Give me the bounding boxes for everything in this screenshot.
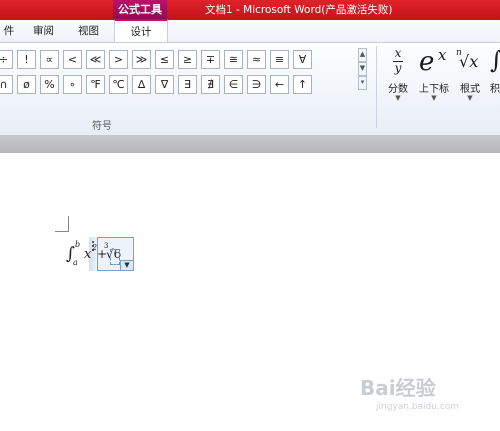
symbol-button[interactable]: ≥ (178, 50, 197, 69)
symbol-button[interactable]: ≈ (247, 50, 266, 69)
symbol-button[interactable]: ∀ (293, 50, 312, 69)
symbol-button[interactable]: ≫ (132, 50, 151, 69)
gallery-expand-button[interactable]: ▾ (358, 76, 367, 90)
integral-icon: ∫ (490, 46, 500, 74)
symbol-button[interactable]: ∝ (40, 50, 59, 69)
symbol-button[interactable]: ! (17, 50, 36, 69)
script-sup-glyph: x (438, 46, 447, 64)
chevron-down-icon: ▼ (431, 94, 437, 102)
symbol-button[interactable]: ∩ (0, 75, 13, 94)
tab-design[interactable]: 设计 (114, 19, 168, 43)
symbol-button[interactable]: < (63, 50, 82, 69)
ruler-band (0, 135, 500, 153)
symbol-button[interactable]: ↑ (293, 75, 312, 94)
integral-lower-limit: a (73, 258, 78, 267)
watermark-url: jingyan.baidu.com (376, 402, 460, 412)
radical-button[interactable]: n √x 根式 ▼ (455, 46, 485, 106)
symbol-button[interactable]: ∘ (63, 75, 82, 94)
symbol-button[interactable]: ∋ (247, 75, 266, 94)
chevron-down-icon: ▼ (395, 94, 401, 102)
gallery-scroll-up-button[interactable]: ▲ (358, 48, 367, 62)
chevron-down-icon: ▼ (467, 94, 473, 102)
fraction-denominator: y (394, 61, 402, 75)
symbol-button[interactable]: ≪ (86, 50, 105, 69)
watermark-logo: Bai经验 (360, 376, 436, 400)
margin-corner-mark (55, 216, 69, 232)
fraction-numerator: x (394, 46, 402, 60)
symbol-button[interactable]: ∆ (132, 75, 151, 94)
symbol-button[interactable]: ø (17, 75, 36, 94)
fraction-label: 分数 (388, 84, 408, 95)
symbol-button[interactable]: % (40, 75, 59, 94)
window-title: 文档1 - Microsoft Word(产品激活失败) (205, 4, 393, 16)
symbol-button[interactable]: ÷ (0, 50, 13, 69)
integral-button[interactable]: ∫ 积 (489, 46, 500, 106)
symbol-button[interactable]: ∇ (155, 75, 174, 94)
equation-options-button[interactable]: ▼ (120, 260, 134, 271)
symbol-button[interactable]: ∈ (224, 75, 243, 94)
equation-term: x (84, 247, 92, 262)
symbol-button[interactable]: ≡ (270, 50, 289, 69)
symbol-button[interactable]: ℉ (86, 75, 105, 94)
equation-placeholder[interactable] (110, 249, 120, 265)
gallery-scroll-down-button[interactable]: ▼ (358, 62, 367, 76)
radical-glyph: √x (459, 52, 479, 71)
context-tab-group-label: 公式工具 (113, 0, 167, 20)
script-label: 上下标 (419, 84, 449, 95)
symbol-button[interactable]: ∄ (201, 75, 220, 94)
integral-upper-limit: b (75, 240, 81, 249)
ribbon-tab-row: 件 审阅 视图 设计 (0, 19, 500, 43)
symbol-button[interactable]: ← (270, 75, 289, 94)
symbol-button[interactable]: ∓ (201, 50, 220, 69)
symbol-button[interactable]: ∃ (178, 75, 197, 94)
tab-insert[interactable]: 件 (0, 20, 18, 42)
group-separator (376, 46, 377, 128)
symbol-button[interactable]: ℃ (109, 75, 128, 94)
radical-label: 根式 (460, 84, 480, 95)
symbol-button[interactable]: ≤ (155, 50, 174, 69)
script-button[interactable]: e x 上下标 ▼ (416, 46, 452, 106)
tab-view[interactable]: 视图 (78, 20, 99, 42)
fraction-button[interactable]: x y 分数 ▼ (384, 46, 412, 106)
symbol-button[interactable]: ≅ (224, 50, 243, 69)
tab-review[interactable]: 审阅 (33, 20, 54, 42)
symbol-button[interactable]: > (109, 50, 128, 69)
integral-label: 积 (490, 84, 500, 95)
symbols-group-label: 符号 (92, 121, 112, 132)
script-base-glyph: e (419, 47, 435, 77)
